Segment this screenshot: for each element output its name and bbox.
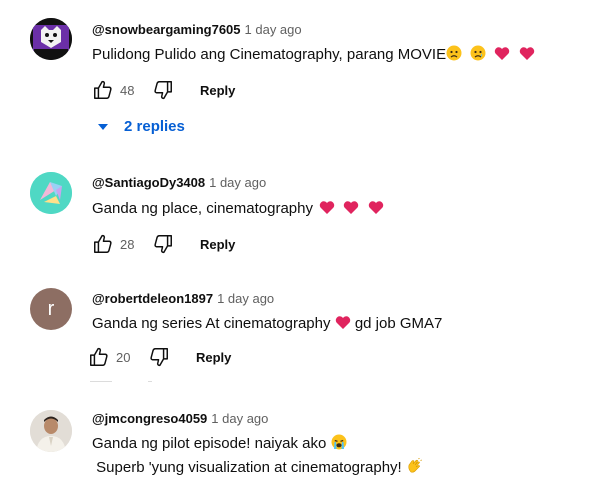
like-count: 28 <box>120 236 135 252</box>
comment-text-suffix: gd job GMA7 <box>354 315 443 332</box>
comment-author[interactable]: @jmcongreso4059 <box>92 411 207 426</box>
comment-text-line-1: Ganda ng pilot episode! naiyak ako <box>92 433 347 457</box>
avatar[interactable]: r <box>30 288 72 330</box>
sad-emoji <box>470 45 486 68</box>
replies-label: 2 replies <box>124 118 185 135</box>
dislike-icon[interactable] <box>152 233 174 255</box>
view-replies-button[interactable]: 2 replies <box>98 118 185 135</box>
reply-button[interactable]: Reply <box>200 237 235 252</box>
comment-timestamp[interactable]: 1 day ago <box>217 291 274 306</box>
avatar[interactable] <box>30 410 72 452</box>
comment-timestamp[interactable]: 1 day ago <box>209 175 266 190</box>
comment-text: Pulidong Pulido ang Cinematography, para… <box>92 46 447 63</box>
heart-emoji <box>335 315 351 337</box>
heart-emoji <box>494 46 510 68</box>
sad-emoji <box>446 45 462 68</box>
heart-emoji <box>343 200 359 222</box>
avatar-letter: r <box>47 297 55 320</box>
comment-text-row: Ganda ng series At cinematography gd job… <box>92 313 442 337</box>
like-count: 48 <box>120 82 135 98</box>
chevron-down-icon <box>98 123 108 130</box>
comment-timestamp[interactable]: 1 day ago <box>245 22 302 37</box>
crying-emoji <box>331 434 347 457</box>
comment-text-row: Ganda ng place, cinematography <box>92 198 384 222</box>
comment-text: Ganda ng pilot episode! naiyak ako <box>92 435 327 452</box>
like-icon[interactable] <box>92 79 114 101</box>
heart-emoji <box>319 200 335 222</box>
comment-text: Ganda ng place, cinematography <box>92 200 313 217</box>
reply-button[interactable]: Reply <box>200 83 235 98</box>
comment-author[interactable]: @SantiagoDy3408 <box>92 175 205 190</box>
comment-text-row: Pulidong Pulido ang Cinematography, para… <box>92 44 535 68</box>
comment-author[interactable]: @robertdeleon1897 <box>92 291 213 306</box>
reply-button[interactable]: Reply <box>196 350 231 365</box>
like-count: 20 <box>116 349 131 365</box>
divider <box>90 381 112 382</box>
divider <box>148 381 152 382</box>
comment-text: Superb 'yung visualization at cinematogr… <box>92 459 402 476</box>
heart-emoji <box>368 200 384 222</box>
comment-timestamp[interactable]: 1 day ago <box>211 411 268 426</box>
avatar[interactable] <box>30 18 72 60</box>
comment-author[interactable]: @snowbeargaming7605 <box>92 22 241 37</box>
heart-emoji <box>519 46 535 68</box>
dislike-icon[interactable] <box>148 346 170 368</box>
comment-text-line-2: Superb 'yung visualization at cinematogr… <box>92 457 422 481</box>
comment-text: Ganda ng series At cinematography <box>92 315 331 332</box>
clap-emoji <box>406 457 422 481</box>
like-icon[interactable] <box>92 233 114 255</box>
avatar[interactable] <box>30 172 72 214</box>
dislike-icon[interactable] <box>152 79 174 101</box>
like-icon[interactable] <box>88 346 110 368</box>
